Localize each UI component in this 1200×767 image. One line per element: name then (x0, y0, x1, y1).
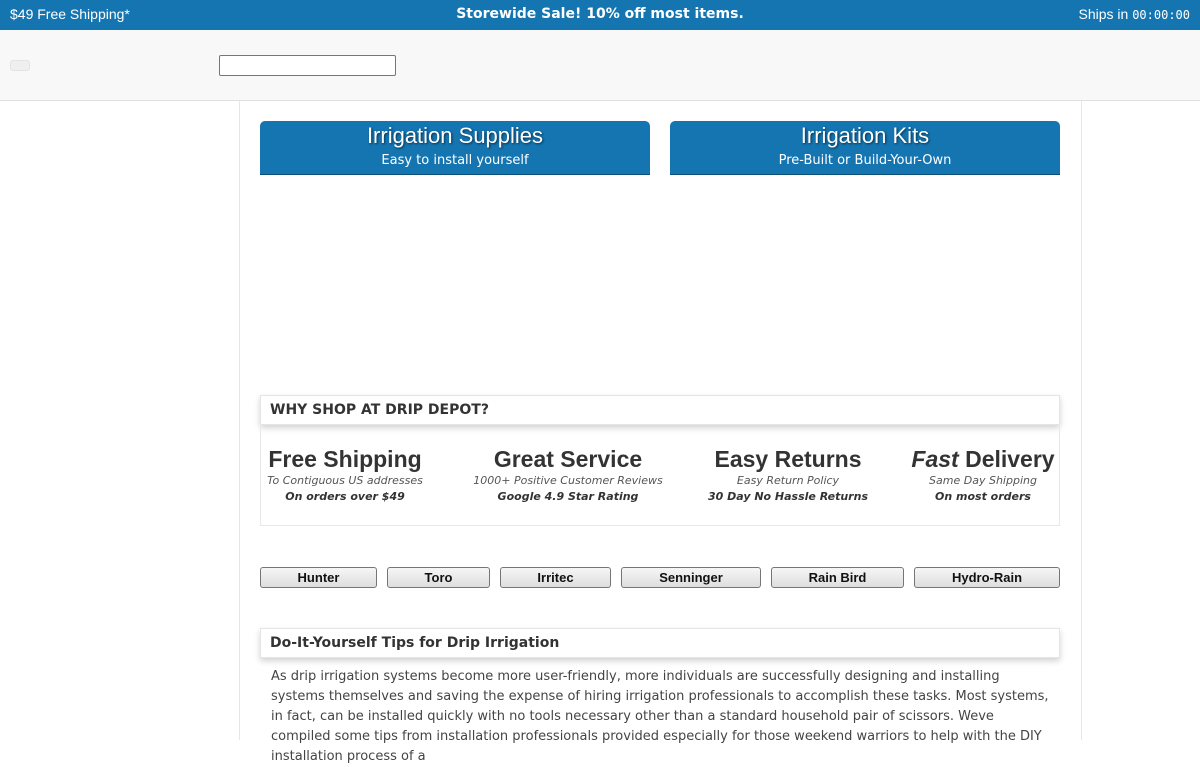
feature-title-emphasis: Fast (911, 446, 959, 472)
feature-subtitle: Same Day Shipping (929, 474, 1037, 487)
search-input[interactable] (219, 55, 396, 76)
feature-detail: On orders over $49 (285, 490, 405, 503)
brand-button-rain-bird[interactable]: Rain Bird (771, 567, 904, 588)
feature-detail: On most orders (935, 490, 1031, 503)
why-shop-features: Free Shipping To Contiguous US addresses… (260, 423, 1060, 526)
feature-detail: Google 4.9 Star Rating (497, 490, 639, 503)
ships-in-timer: 00:00:00 (1132, 8, 1190, 22)
sale-banner-text[interactable]: Storewide Sale! 10% off most items. (0, 6, 1200, 22)
hero-subtitle: Pre-Built or Build-Your-Own (778, 153, 952, 168)
promo-bar: $49 Free Shipping* Storewide Sale! 10% o… (0, 0, 1200, 30)
feature-detail: 30 Day No Hassle Returns (707, 490, 868, 503)
brand-button-toro[interactable]: Toro (387, 567, 490, 588)
feature-easy-returns: Easy Returns Easy Return Policy 30 Day N… (698, 445, 878, 505)
diy-tips-paragraph: As drip irrigation systems become more u… (271, 669, 1049, 764)
brand-button-hunter[interactable]: Hunter (260, 567, 377, 588)
site-header (0, 30, 1200, 101)
diy-tips-heading: Do-It-Yourself Tips for Drip Irrigation (260, 628, 1060, 658)
feature-subtitle: 1000+ Positive Customer Reviews (473, 474, 663, 487)
brand-button-hydro-rain[interactable]: Hydro-Rain (914, 567, 1060, 588)
hero-title: Irrigation Kits (800, 123, 930, 148)
ships-in-countdown: Ships in 00:00:00 (1079, 6, 1191, 22)
menu-button[interactable] (10, 60, 30, 71)
why-shop-heading-text: WHY SHOP AT DRIP DEPOT? (270, 402, 489, 418)
feature-title-rest: Delivery (958, 446, 1055, 472)
feature-subtitle: To Contiguous US addresses (267, 474, 423, 487)
why-shop-heading: WHY SHOP AT DRIP DEPOT? (260, 395, 1060, 425)
feature-free-shipping: Free Shipping To Contiguous US addresses… (261, 445, 429, 505)
hero-title: Irrigation Supplies (366, 123, 544, 148)
feature-title: Great Service (493, 446, 643, 472)
brand-button-senninger[interactable]: Senninger (621, 567, 761, 588)
diy-tips-heading-text: Do-It-Yourself Tips for Drip Irrigation (270, 635, 560, 651)
feature-title: Free Shipping (268, 446, 422, 472)
feature-great-service: Great Service 1000+ Positive Customer Re… (468, 445, 668, 505)
hero-subtitle: Easy to install yourself (381, 153, 529, 168)
feature-title: Fast Delivery (903, 445, 1063, 473)
feature-fast-delivery: Fast Delivery Same Day Shipping On most … (903, 445, 1063, 505)
feature-subtitle: Easy Return Policy (736, 474, 840, 487)
irrigation-kits-banner[interactable]: Irrigation Kits Pre-Built or Build-Your-… (670, 121, 1060, 175)
brand-button-irritec[interactable]: Irritec (500, 567, 611, 588)
feature-title: Easy Returns (714, 446, 862, 472)
ships-in-label: Ships in (1078, 6, 1129, 22)
irrigation-supplies-banner[interactable]: Irrigation Supplies Easy to install your… (260, 121, 650, 175)
